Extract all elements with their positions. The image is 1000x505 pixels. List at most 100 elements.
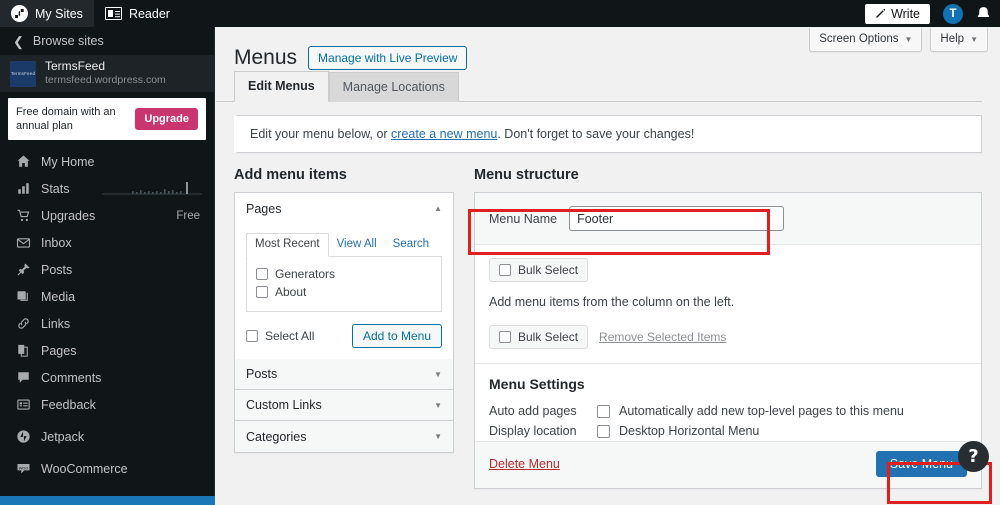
menu-structure-column: Menu structure Menu Name Bulk Select Add…: [474, 167, 982, 490]
sidebar-item-label: Upgrades: [41, 208, 96, 223]
list-item[interactable]: Generators: [256, 265, 432, 283]
sidebar-item-label: Jetpack: [41, 429, 85, 444]
save-menu-button[interactable]: Save Menu: [875, 451, 967, 478]
help-label: Help: [940, 33, 965, 45]
accordion-header-categories[interactable]: Categories ▼: [235, 421, 453, 453]
sidebar-item-label: Stats: [41, 181, 70, 196]
pages-inner-tabs: Most Recent View All Search: [246, 233, 442, 258]
sidebar-item-links[interactable]: Links: [0, 310, 214, 337]
upgrade-button[interactable]: Upgrade: [135, 108, 198, 131]
chevron-down-icon: ▼: [970, 34, 978, 44]
menu-structure-body: Bulk Select Add menu items from the colu…: [475, 245, 981, 363]
comment-icon: [13, 370, 33, 385]
checkbox-desktop-horizontal-menu[interactable]: [597, 424, 610, 438]
accordion-title: Pages: [246, 201, 282, 216]
checkbox-about[interactable]: [256, 286, 268, 299]
chevron-up-icon: ▲: [434, 204, 442, 214]
add-menu-items-column: Add menu items Pages ▲ Most Recent View …: [234, 167, 454, 489]
bulk-select-bottom[interactable]: Bulk Select: [489, 325, 589, 350]
write-label: Write: [891, 6, 920, 21]
checkbox-generators[interactable]: [256, 268, 268, 281]
remove-selected-items-link[interactable]: Remove Selected Items: [599, 330, 726, 344]
bulk-select-top[interactable]: Bulk Select: [489, 258, 589, 283]
reader-icon: [104, 7, 122, 20]
list-item[interactable]: About: [256, 283, 432, 301]
masterbar-my-sites[interactable]: ⑇ My Sites: [0, 0, 94, 27]
current-site-card[interactable]: TermsFeed TermsFeed termsfeed.wordpress.…: [0, 55, 214, 92]
sidebar-item-upgrades[interactable]: Upgrades Free: [0, 202, 214, 229]
media-icon: [13, 289, 33, 304]
manage-with-live-preview-button[interactable]: Manage with Live Preview: [308, 45, 468, 70]
sidebar-item-woocommerce[interactable]: WOO WooCommerce: [0, 455, 214, 482]
sidebar-item-label: WooCommerce: [41, 461, 128, 476]
accordion-title: Categories: [246, 429, 307, 444]
masterbar-reader[interactable]: Reader: [94, 0, 181, 27]
add-menu-items-accordion: Pages ▲ Most Recent View All Search Gene…: [234, 192, 454, 454]
empty-menu-hint: Add menu items from the column on the le…: [489, 295, 735, 310]
add-to-menu-button[interactable]: Add to Menu: [351, 324, 442, 349]
checkbox-bulk-select-top[interactable]: [499, 264, 511, 277]
svg-text:WOO: WOO: [18, 466, 28, 470]
cart-icon: [13, 208, 33, 223]
sidebar-item-comments[interactable]: Comments: [0, 364, 214, 391]
sidebar-item-pages[interactable]: Pages: [0, 337, 214, 364]
sidebar-item-my-home[interactable]: My Home: [0, 148, 214, 175]
avatar[interactable]: T: [943, 3, 963, 24]
upgrades-plan-badge: Free: [176, 209, 200, 222]
help-button[interactable]: Help ▼: [930, 28, 988, 52]
envelope-icon: [13, 235, 33, 250]
sidebar-item-feedback[interactable]: Feedback: [0, 391, 214, 418]
bulk-actions-row: Bulk Select Remove Selected Items: [489, 325, 967, 363]
sidebar-item-media[interactable]: Media: [0, 283, 214, 310]
sidebar-item-inbox[interactable]: Inbox: [0, 229, 214, 256]
display-location-control[interactable]: Desktop Horizontal Menu: [597, 424, 759, 438]
menu-settings-title: Menu Settings: [489, 376, 585, 393]
sidebar-item-label: Comments: [41, 370, 102, 385]
screen-meta-links: Screen Options ▼ Help ▼: [809, 28, 988, 52]
sidebar-item-jetpack[interactable]: Jetpack: [0, 423, 214, 450]
tab-edit-menus[interactable]: Edit Menus: [234, 70, 329, 103]
browse-sites-button[interactable]: ❮ Browse sites: [0, 27, 214, 55]
delete-menu-link[interactable]: Delete Menu: [489, 457, 560, 471]
site-thumbnail-text: TermsFeed: [10, 71, 36, 76]
upgrade-banner-text: Free domain with an annual plan: [16, 106, 116, 133]
checkbox-auto-add-pages[interactable]: [597, 404, 610, 418]
checkbox-select-all[interactable]: [246, 330, 258, 343]
help-floating-button[interactable]: ?: [958, 441, 989, 472]
tab-manage-locations[interactable]: Manage Locations: [328, 71, 459, 103]
wordpress-logo-icon: ⑇: [11, 5, 28, 22]
screen-options-button[interactable]: Screen Options ▼: [809, 28, 923, 52]
site-info: TermsFeed termsfeed.wordpress.com: [45, 59, 166, 87]
accordion-header-custom-links[interactable]: Custom Links ▼: [235, 390, 453, 422]
pages-icon: [13, 343, 33, 358]
create-a-new-menu-link[interactable]: create a new menu: [391, 127, 497, 141]
sidebar-item-posts[interactable]: Posts: [0, 256, 214, 283]
pages-panel-body: Most Recent View All Search Generators A…: [235, 224, 453, 359]
sidebar: ❮ Browse sites TermsFeed TermsFeed terms…: [0, 27, 215, 505]
menu-name-input[interactable]: [569, 206, 785, 232]
auto-add-pages-option-label: Automatically add new top-level pages to…: [619, 404, 904, 419]
notifications-bell-icon[interactable]: [975, 5, 992, 22]
menu-panel-footer: Delete Menu Save Menu: [475, 441, 981, 489]
auto-add-pages-control[interactable]: Automatically add new top-level pages to…: [597, 404, 904, 418]
inner-tab-view-all[interactable]: View All: [329, 234, 385, 256]
display-location-row: Display location Desktop Horizontal Menu: [489, 421, 967, 441]
sidebar-item-stats[interactable]: Stats: [0, 175, 214, 202]
upgrade-banner: Free domain with an annual plan Upgrade: [8, 98, 206, 141]
inner-tab-most-recent[interactable]: Most Recent: [246, 233, 329, 258]
inner-tab-search[interactable]: Search: [385, 234, 437, 256]
select-all-label: Select All: [265, 329, 315, 344]
write-button[interactable]: Write: [865, 3, 930, 24]
menu-name-row: Menu Name: [475, 193, 981, 246]
feedback-icon: [13, 397, 33, 412]
display-location-label: Display location: [489, 424, 577, 439]
checkbox-bulk-select-bottom[interactable]: [499, 331, 511, 344]
add-menu-items-heading: Add menu items: [234, 167, 347, 184]
select-all-row[interactable]: Select All: [246, 327, 314, 345]
site-url: termsfeed.wordpress.com: [45, 74, 166, 87]
accordion-header-posts[interactable]: Posts ▼: [235, 359, 453, 391]
browse-sites-label: Browse sites: [32, 34, 104, 48]
accordion-header-pages[interactable]: Pages ▲: [235, 193, 453, 225]
chevron-down-icon: ▼: [434, 369, 442, 379]
stats-sparkline: [102, 181, 214, 197]
